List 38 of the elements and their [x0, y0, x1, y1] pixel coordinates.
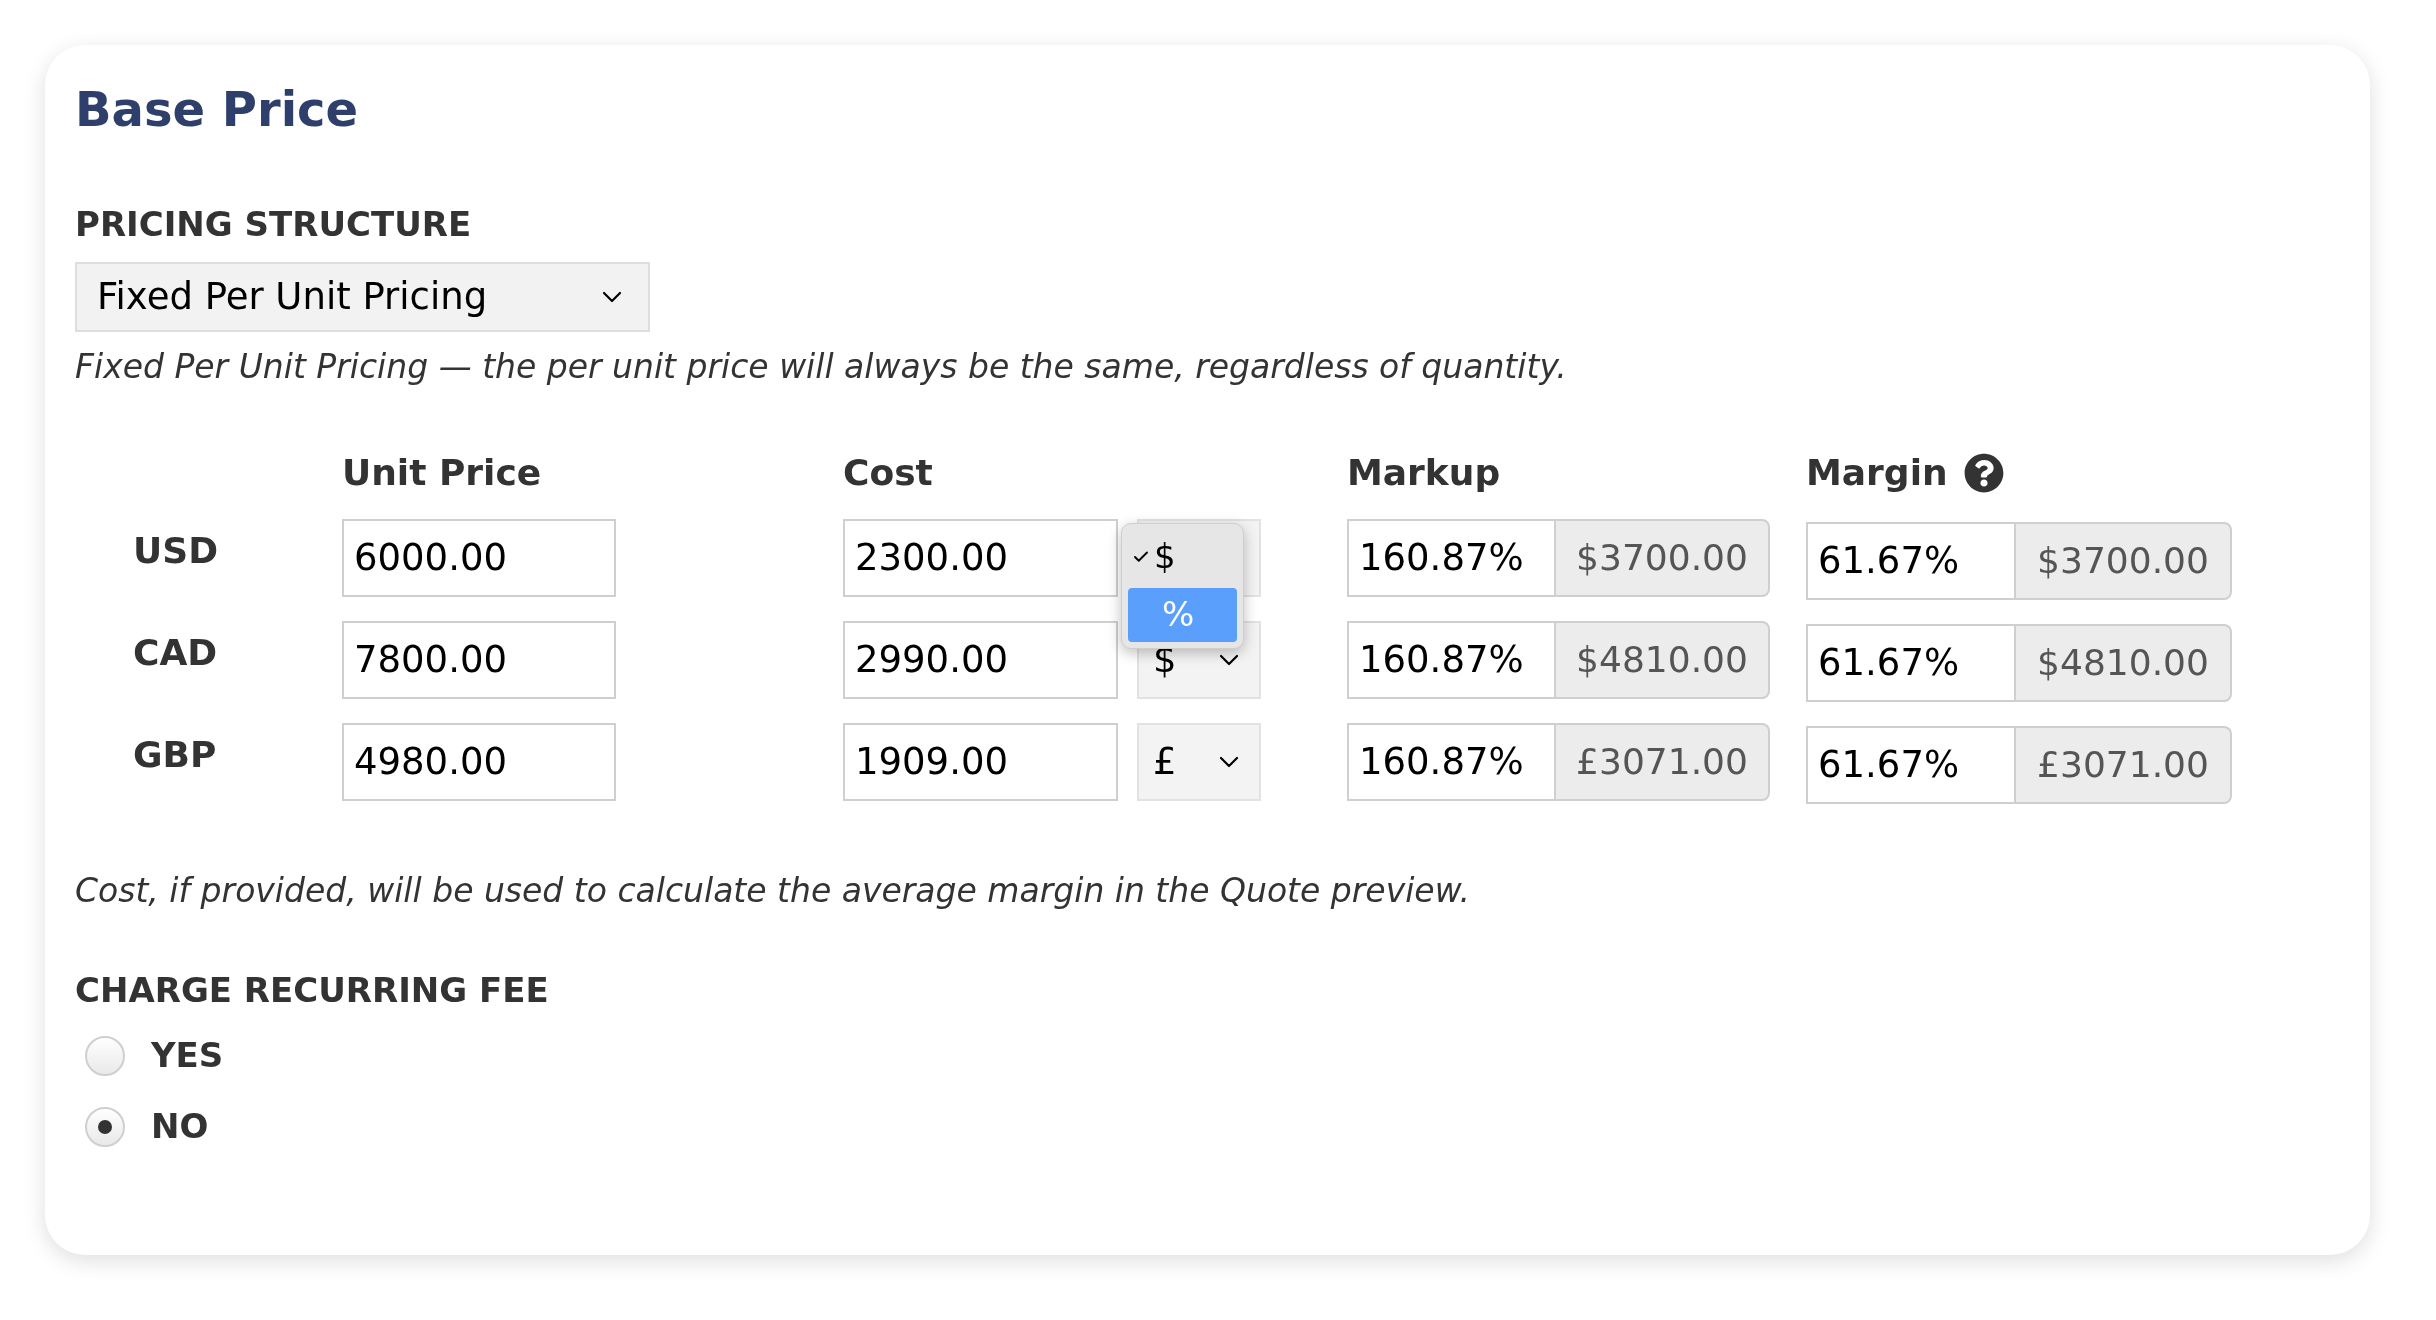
radio-label: YES [151, 1034, 224, 1077]
percent-field[interactable]: 61.67% [1806, 725, 2016, 804]
radio-button[interactable] [85, 1106, 125, 1147]
cost-field[interactable]: 1909.00 [843, 722, 1118, 801]
currency-label: CAD [133, 631, 218, 673]
section-title: Base Price [75, 80, 359, 139]
amount-addon: $4810.00 [1556, 620, 1770, 699]
amount-addon: $4810.00 [2016, 623, 2232, 702]
column-header: Cost [843, 450, 933, 495]
percent-field[interactable]: 61.67% [1806, 521, 2016, 600]
percent-field[interactable]: 160.87% [1347, 722, 1556, 801]
help-icon[interactable] [1963, 452, 2004, 493]
pricing-structure-select[interactable]: Fixed Per Unit Pricing [75, 262, 650, 332]
column-header: Margin [1806, 450, 1948, 495]
currency-select[interactable]: £ [1137, 722, 1261, 801]
percent-field[interactable]: 61.67% [1806, 623, 2016, 702]
unit-price-field[interactable]: 6000.00 [342, 518, 616, 597]
currency-label: USD [133, 529, 219, 571]
amount-addon: £3071.00 [1556, 722, 1770, 801]
percent-field[interactable]: 160.87% [1347, 518, 1556, 597]
currency-label: GBP [133, 733, 217, 775]
description-text: Fixed Per Unit Pricing — the per unit price will always be the same, regardless of quantity. [75, 346, 1567, 388]
field-label: PRICING STRUCTURE [75, 203, 472, 246]
radio-button[interactable] [85, 1035, 125, 1076]
column-header: Unit Price [342, 450, 542, 495]
unit-price-field[interactable]: 4980.00 [342, 722, 616, 801]
cost-field[interactable]: 2300.00 [843, 518, 1118, 597]
amount-addon: $3700.00 [2016, 521, 2232, 600]
percent-field[interactable]: 160.87% [1347, 620, 1556, 699]
dropdown-option[interactable]: $ [1128, 529, 1237, 584]
amount-addon: $3700.00 [1556, 518, 1770, 597]
cost-note: Cost, if provided, will be used to calculate the average margin in the Quote preview. [75, 869, 1470, 912]
cost-field[interactable]: 2990.00 [843, 620, 1118, 699]
radio-label: NO [151, 1105, 209, 1148]
unit-price-field[interactable]: 7800.00 [342, 620, 616, 699]
amount-addon: £3071.00 [2016, 725, 2232, 804]
field-label: CHARGE RECURRING FEE [75, 969, 549, 1012]
column-header: Markup [1347, 450, 1501, 495]
